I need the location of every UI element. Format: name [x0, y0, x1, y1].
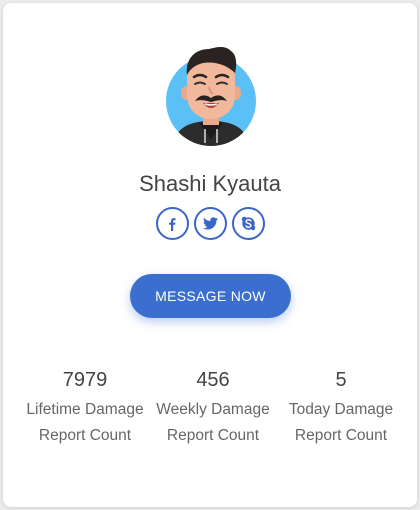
stats-row: 7979 Lifetime Damage Report Count 456 We…	[21, 365, 405, 448]
stat-lifetime: 7979 Lifetime Damage Report Count	[21, 365, 149, 448]
facebook-button[interactable]	[155, 207, 189, 240]
profile-name: Shashi Kyauta	[139, 171, 281, 196]
twitter-icon	[202, 217, 218, 230]
facebook-icon	[169, 217, 176, 231]
stat-value: 5	[335, 369, 347, 391]
message-now-button[interactable]: MESSAGE NOW	[130, 274, 291, 318]
stat-label: Today Damage Report Count	[288, 401, 394, 444]
skype-icon	[241, 216, 255, 231]
stat-weekly: 456 Weekly Damage Report Count	[149, 365, 277, 448]
cartoon-avatar-icon	[165, 43, 257, 147]
social-links	[3, 207, 417, 240]
profile-card: Shashi Kyauta MESSAGE NOW 7979 Lifetime …	[3, 3, 417, 507]
stat-value: 7979	[62, 369, 108, 391]
stat-label: Lifetime Damage Report Count	[26, 401, 144, 444]
twitter-button[interactable]	[193, 207, 227, 240]
stat-today: 5 Today Damage Report Count	[277, 365, 405, 448]
skype-button[interactable]	[231, 207, 265, 240]
stat-value: 456	[196, 369, 230, 391]
stat-label: Weekly Damage Report Count	[156, 401, 270, 444]
